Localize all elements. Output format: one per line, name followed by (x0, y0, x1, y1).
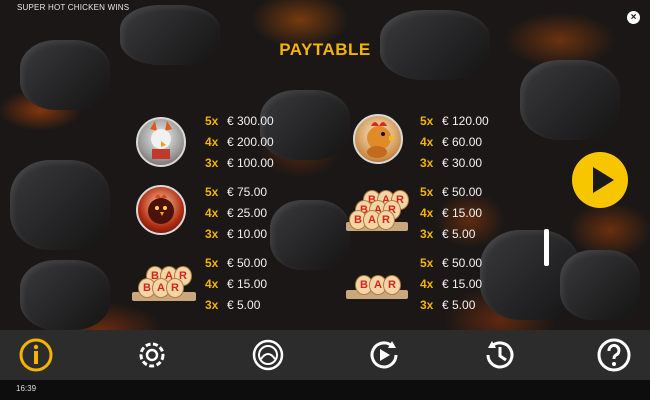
multiplier: 4x (205, 206, 219, 220)
payout: € 75.00 (227, 185, 268, 199)
payout: € 100.00 (227, 156, 274, 170)
pay-row: 3x € 30.00 (420, 153, 489, 174)
payout: € 50.00 (227, 256, 268, 270)
dark-chicken-symbol (136, 185, 186, 235)
coal-decoration (520, 60, 620, 140)
dark-chicken-pays: 5x € 75.00 4x € 25.00 3x € 10.00 (205, 182, 267, 245)
pay-row: 5x € 120.00 (420, 111, 489, 132)
payout: € 5.00 (442, 298, 476, 312)
multiplier: 4x (420, 135, 434, 149)
info-icon[interactable] (18, 337, 54, 373)
play-button[interactable] (572, 152, 628, 208)
payout: € 60.00 (442, 135, 483, 149)
payout: € 200.00 (227, 135, 274, 149)
status-bar (0, 380, 650, 400)
rooster-icon (367, 122, 397, 158)
settings-icon[interactable] (134, 337, 170, 373)
pay-row: 4x € 25.00 (205, 203, 267, 224)
double-bar-pays: 5x € 50.00 4x € 15.00 3x € 5.00 (205, 253, 267, 316)
paytable-heading: PAYTABLE (279, 40, 371, 59)
pay-row: 3x € 10.00 (205, 224, 267, 245)
payout: € 15.00 (227, 277, 268, 291)
payout: € 5.00 (227, 298, 261, 312)
clock: 16:39 (16, 384, 37, 393)
close-button[interactable]: × (627, 11, 640, 24)
game-title: SUPER HOT CHICKEN WINS (17, 3, 130, 12)
history-icon[interactable] (482, 337, 518, 373)
pay-row: 5x € 50.00 (205, 253, 267, 274)
coal-decoration (10, 160, 110, 250)
multiplier: 5x (420, 185, 434, 199)
payout: € 50.00 (442, 185, 483, 199)
dark-chicken-icon (148, 194, 174, 224)
autoplay-icon[interactable] (366, 337, 402, 373)
play-icon (593, 167, 614, 193)
multiplier: 5x (420, 256, 434, 270)
triple-bar-symbol: B A R B A R B A R (346, 188, 409, 234)
pay-row: 4x € 15.00 (420, 274, 482, 295)
pay-row: 4x € 60.00 (420, 132, 489, 153)
help-icon[interactable] (596, 337, 632, 373)
rooster-symbol (353, 114, 403, 164)
coal-decoration (560, 250, 640, 320)
multiplier: 3x (420, 298, 434, 312)
rooster-pays: 5x € 120.00 4x € 60.00 3x € 30.00 (420, 111, 489, 174)
pay-row: 4x € 15.00 (205, 274, 267, 295)
pay-row: 4x € 15.00 (420, 203, 482, 224)
pay-row: 3x € 5.00 (420, 224, 482, 245)
bar-letter: R (166, 278, 184, 298)
double-bar-symbol: B A R B A R (132, 262, 196, 304)
pay-row: 3x € 5.00 (420, 295, 482, 316)
payout: € 5.00 (442, 227, 476, 241)
pay-row: 5x € 50.00 (420, 253, 482, 274)
multiplier: 5x (205, 114, 219, 128)
bet-icon[interactable] (250, 337, 286, 373)
bar-letter: R (383, 275, 401, 295)
multiplier: 4x (205, 277, 219, 291)
triple-bar-pays: 5x € 50.00 4x € 15.00 3x € 5.00 (420, 182, 482, 245)
multiplier: 4x (205, 135, 219, 149)
scrollbar[interactable] (544, 229, 549, 266)
multiplier: 4x (420, 206, 434, 220)
pay-row: 3x € 100.00 (205, 153, 274, 174)
pay-row: 3x € 5.00 (205, 295, 267, 316)
multiplier: 3x (205, 156, 219, 170)
devil-chicken-symbol (136, 117, 186, 167)
payout: € 10.00 (227, 227, 268, 241)
multiplier: 3x (420, 156, 434, 170)
multiplier: 3x (420, 227, 434, 241)
coal-decoration (20, 260, 110, 330)
devil-chicken-icon (150, 121, 172, 159)
pay-row: 5x € 50.00 (420, 182, 482, 203)
payout: € 120.00 (442, 114, 489, 128)
pay-row: 4x € 200.00 (205, 132, 274, 153)
devil-chicken-pays: 5x € 300.00 4x € 200.00 3x € 100.00 (205, 111, 274, 174)
multiplier: 5x (205, 256, 219, 270)
pay-row: 5x € 75.00 (205, 182, 267, 203)
bar-letter: R (377, 210, 395, 230)
multiplier: 5x (420, 114, 434, 128)
multiplier: 3x (205, 227, 219, 241)
payout: € 15.00 (442, 206, 483, 220)
multiplier: 3x (205, 298, 219, 312)
payout: € 25.00 (227, 206, 268, 220)
payout: € 50.00 (442, 256, 483, 270)
coal-decoration (270, 200, 350, 270)
single-bar-pays: 5x € 50.00 4x € 15.00 3x € 5.00 (420, 253, 482, 316)
pay-row: 5x € 300.00 (205, 111, 274, 132)
bottom-toolbar (0, 330, 650, 380)
payout: € 15.00 (442, 277, 483, 291)
multiplier: 4x (420, 277, 434, 291)
multiplier: 5x (205, 185, 219, 199)
payout: € 30.00 (442, 156, 483, 170)
single-bar-symbol: B A R (346, 268, 408, 302)
payout: € 300.00 (227, 114, 274, 128)
